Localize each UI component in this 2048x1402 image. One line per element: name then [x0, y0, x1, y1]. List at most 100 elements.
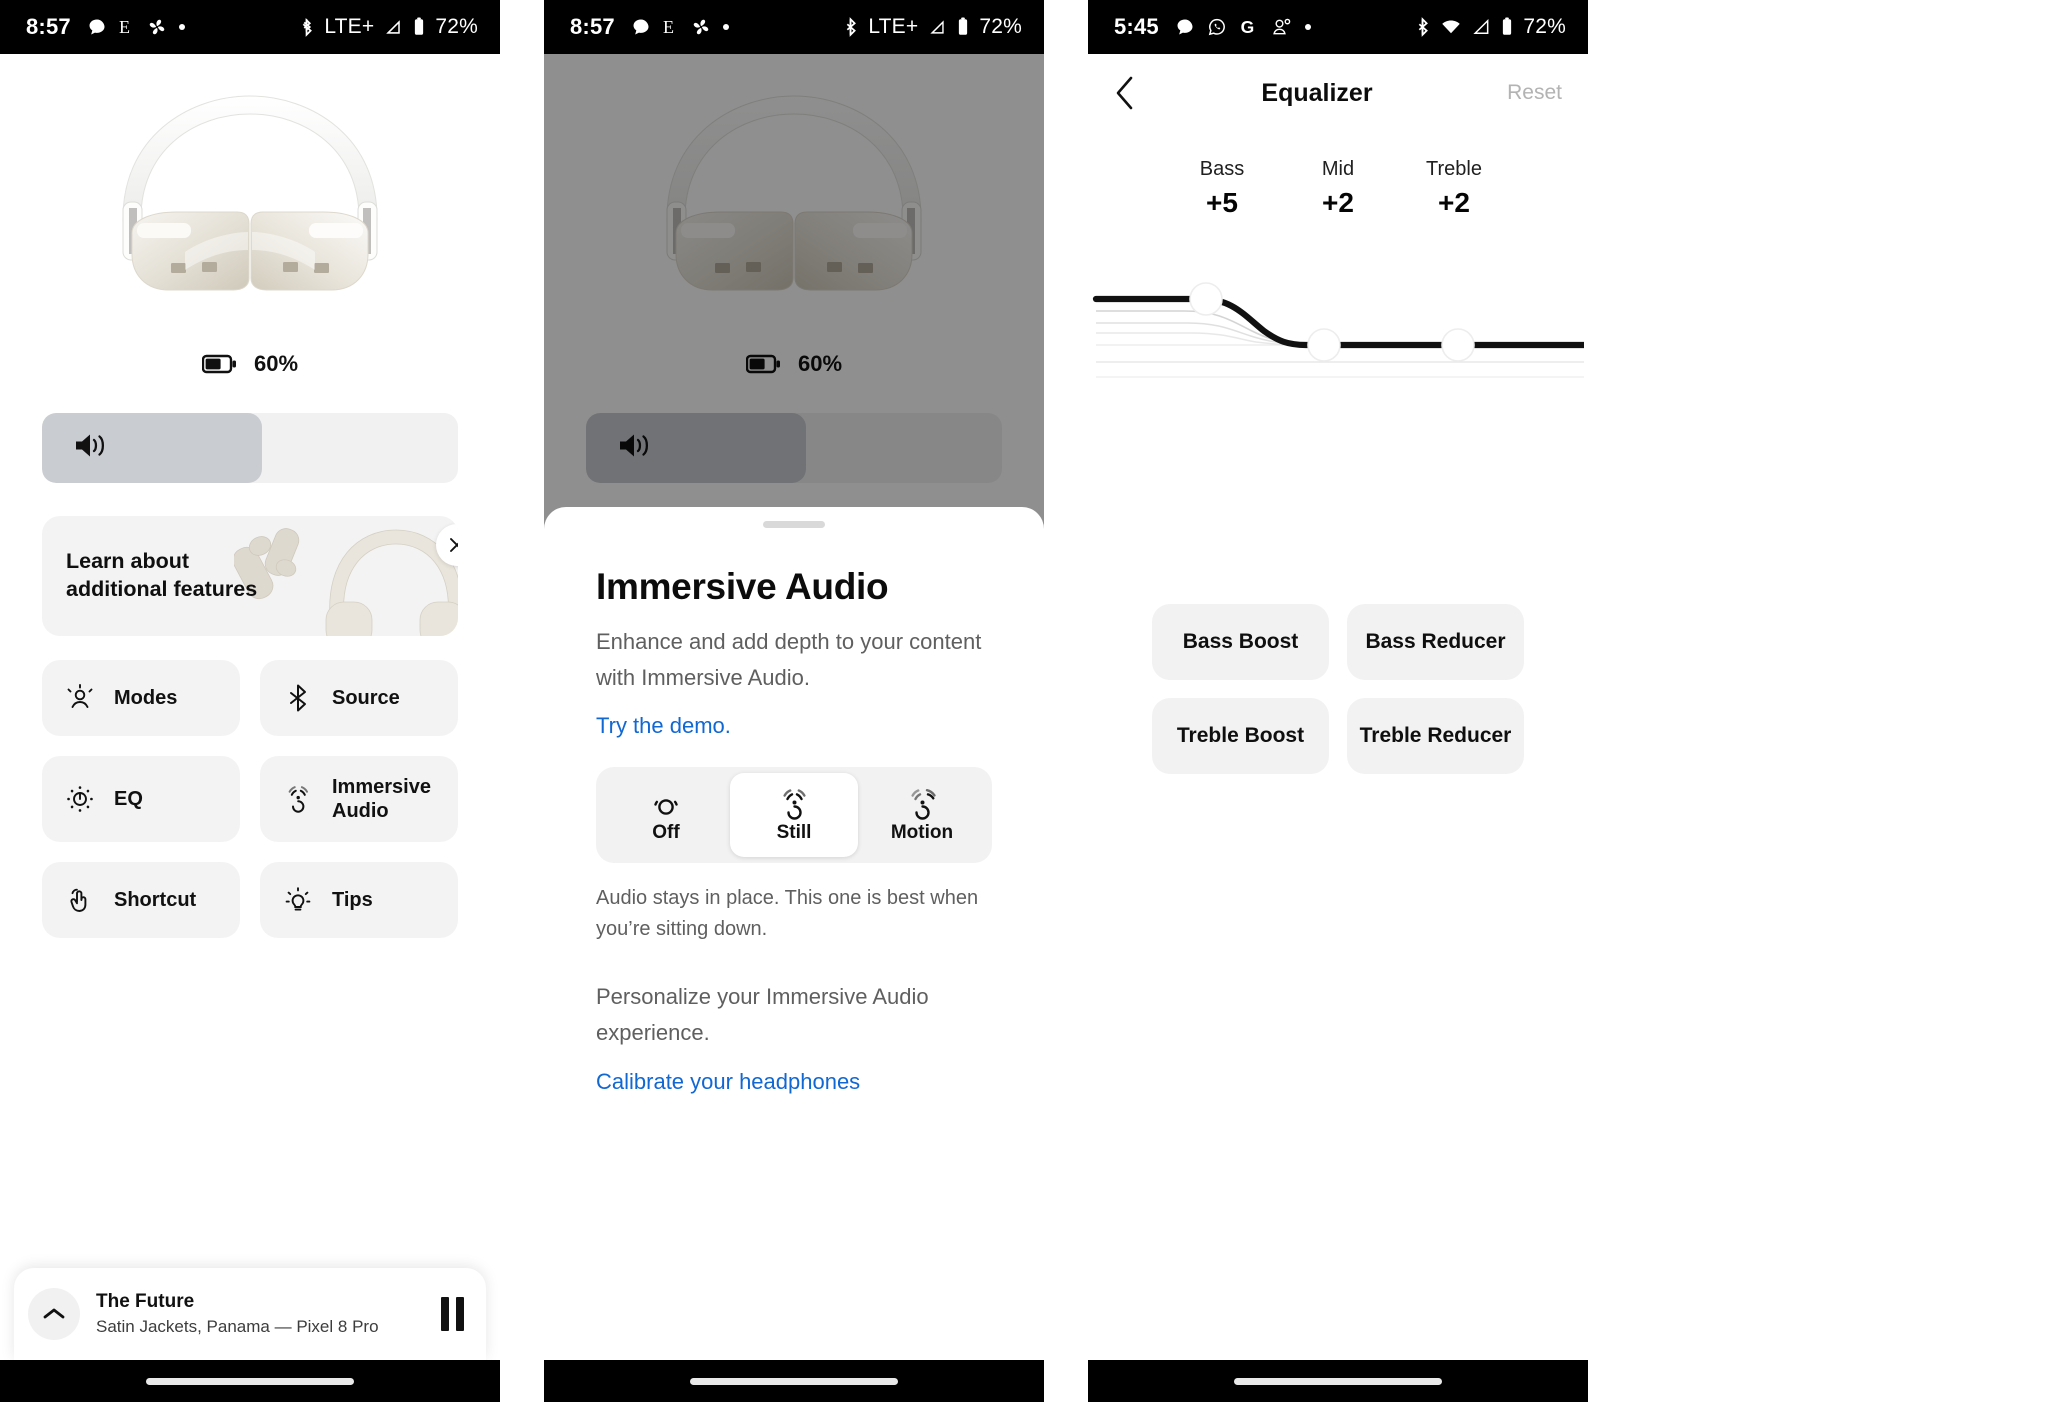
immersive-off-icon: [646, 786, 686, 820]
device-battery-label: 60%: [253, 351, 299, 376]
reset-button[interactable]: Reset: [1476, 81, 1562, 105]
promo-card[interactable]: Learn about additional features: [42, 516, 458, 636]
eq-band-mid: Mid +2: [1280, 158, 1396, 219]
battery-percent: 72%: [1523, 15, 1566, 38]
tile-modes[interactable]: Modes: [42, 660, 240, 736]
pause-icon: [456, 1297, 464, 1331]
tile-immersive-audio[interactable]: Immersive Audio: [260, 756, 458, 842]
immersive-still-icon: [774, 786, 814, 820]
device-hero: 60%: [0, 54, 500, 377]
tile-label: Source: [332, 687, 400, 709]
pause-button[interactable]: [441, 1297, 464, 1331]
sheet-grab-handle[interactable]: [763, 521, 825, 528]
bluetooth-icon: [299, 16, 315, 38]
pinwheel-icon: [147, 17, 167, 37]
signal-icon: [1471, 17, 1491, 37]
now-playing-expand-button[interactable]: [28, 1288, 80, 1340]
now-playing-subtitle: Satin Jackets, Panama — Pixel 8 Pro: [96, 1317, 379, 1336]
feature-tile-grid: Modes Source EQ Immersive Audio Shortcut…: [42, 660, 458, 938]
promo-title-line2: additional features: [66, 577, 258, 601]
tile-tips[interactable]: Tips: [260, 862, 458, 938]
panel-gap: [500, 0, 544, 1402]
close-icon: [450, 538, 458, 552]
eq-response-chart[interactable]: [1088, 269, 1588, 394]
eq-band-label: Mid: [1321, 158, 1355, 180]
try-demo-link[interactable]: Try the demo.: [596, 713, 992, 739]
eq-band-values: Bass +5 Mid +2 Treble +2: [1088, 158, 1588, 219]
immersive-mode-segmented-control: Off Still Motion: [596, 767, 992, 864]
signal-icon: [927, 17, 947, 37]
phone-panel-immersive-audio: 8:57 E LTE+ 72% 60% Immersive Audio Enha…: [544, 0, 1044, 1402]
sheet-title: Immersive Audio: [596, 566, 889, 607]
segment-off[interactable]: Off: [602, 773, 730, 857]
chevron-left-icon: [1116, 76, 1133, 110]
now-playing-meta: The Future Satin Jackets, Panama — Pixel…: [96, 1291, 379, 1337]
battery-percent: 72%: [979, 15, 1022, 38]
status-bar-right: 72%: [1415, 15, 1566, 39]
tile-label: EQ: [114, 788, 143, 810]
eq-icon: [64, 783, 96, 815]
immersive-body: 60% Immersive Audio Enhance and add dept: [544, 54, 1044, 1360]
volume-slider[interactable]: [42, 413, 458, 483]
network-type: LTE+: [324, 15, 375, 38]
eq-handle-bass: [1189, 282, 1223, 316]
preset-bass-boost[interactable]: Bass Boost: [1152, 604, 1329, 680]
promo-title: Learn about additional features: [42, 548, 257, 603]
contacts-icon: [1271, 17, 1293, 37]
battery-icon: [1500, 16, 1514, 38]
preset-bass-reducer[interactable]: Bass Reducer: [1347, 604, 1524, 680]
back-button[interactable]: [1114, 75, 1158, 111]
personalize-text: Personalize your Immersive Audio experie…: [596, 984, 929, 1045]
eq-handle-treble: [1441, 328, 1475, 362]
dot-icon: [1304, 24, 1311, 30]
shortcut-icon: [64, 884, 96, 916]
mode-description: Audio stays in place. This one is best w…: [596, 887, 979, 941]
pinwheel-icon: [691, 17, 711, 37]
status-time: 8:57: [570, 14, 615, 39]
battery-icon: [956, 16, 970, 38]
wifi-icon: [1440, 17, 1462, 37]
now-playing-title: The Future: [96, 1291, 195, 1312]
eq-band-value: +2: [1438, 187, 1470, 218]
page-title: Equalizer: [1261, 78, 1373, 107]
volume-icon: [72, 431, 110, 466]
eq-handle-mid: [1307, 328, 1341, 362]
preset-treble-reducer[interactable]: Treble Reducer: [1347, 698, 1524, 774]
eq-band-bass: Bass +5: [1164, 158, 1280, 219]
device-battery-icon: [201, 353, 238, 375]
headphones-image: [85, 82, 415, 337]
google-icon: G: [1239, 17, 1259, 37]
eq-band-value: +2: [1322, 187, 1354, 218]
svg-text:G: G: [1241, 17, 1255, 37]
tile-label: Shortcut: [114, 889, 197, 911]
status-bar-left: 8:57 E: [26, 14, 185, 40]
sheet-description: Enhance and add depth to your content wi…: [596, 629, 982, 690]
home-body: 60% Learn about additional features Mode…: [0, 54, 500, 1360]
status-bar-left: 8:57 E: [570, 14, 729, 40]
calibrate-link[interactable]: Calibrate your headphones: [596, 1069, 992, 1095]
promo-title-line1: Learn about: [66, 549, 190, 574]
battery-percent: 72%: [435, 15, 478, 38]
message-icon: [631, 17, 651, 37]
tile-eq[interactable]: EQ: [42, 756, 240, 842]
panel-gap: [1044, 0, 1088, 1402]
home-indicator[interactable]: [146, 1377, 354, 1385]
status-bar-right: LTE+ 72%: [843, 15, 1022, 39]
tile-shortcut[interactable]: Shortcut: [42, 862, 240, 938]
tile-label: Tips: [332, 889, 373, 911]
dot-icon: [722, 24, 729, 30]
network-type: LTE+: [868, 15, 919, 38]
tile-source[interactable]: Source: [260, 660, 458, 736]
home-indicator[interactable]: [1234, 1377, 1442, 1385]
now-playing-bar[interactable]: The Future Satin Jackets, Panama — Pixel…: [14, 1268, 486, 1360]
nav-bar: [0, 1360, 500, 1402]
eq-band-treble: Treble +2: [1396, 158, 1512, 219]
whatsapp-icon: [1207, 17, 1227, 37]
segment-motion[interactable]: Motion: [858, 773, 986, 857]
home-indicator[interactable]: [690, 1377, 898, 1385]
preset-treble-boost[interactable]: Treble Boost: [1152, 698, 1329, 774]
phone-panel-equalizer: 5:45 G 72% Equalizer Reset Bass +5 Mid +…: [1088, 0, 1588, 1402]
segment-still[interactable]: Still: [730, 773, 858, 858]
equalizer-header: Equalizer Reset: [1088, 54, 1588, 132]
eq-preset-grid: Bass Boost Bass Reducer Treble Boost Tre…: [1152, 604, 1524, 774]
